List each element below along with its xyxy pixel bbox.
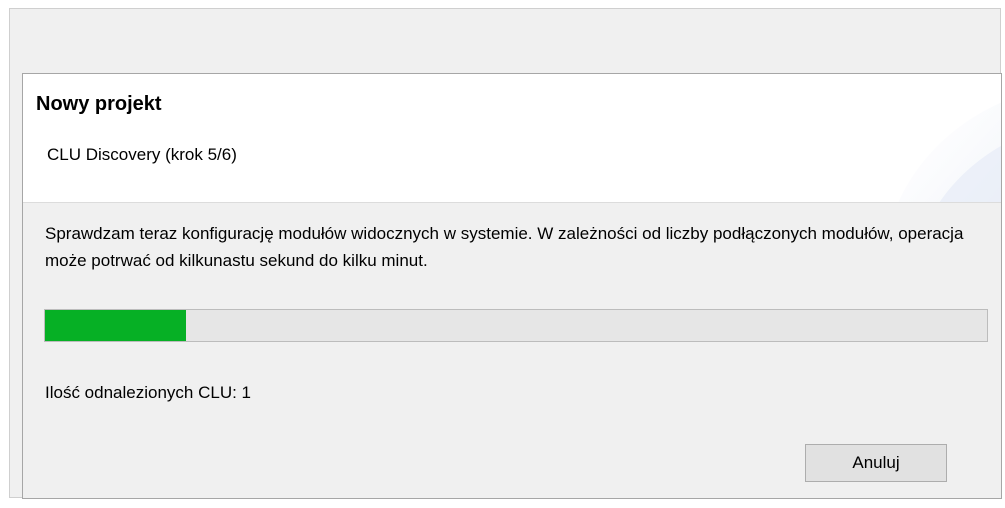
discovery-progress-bar: [44, 309, 988, 342]
header-decoration-icon: [898, 102, 1001, 202]
dialog-header: Nowy projekt CLU Discovery (krok 5/6): [23, 74, 1001, 203]
dialog-description: Sprawdzam teraz konfigurację modułów wid…: [45, 224, 964, 270]
progress-fill: [45, 310, 187, 341]
new-project-dialog: Nowy projekt CLU Discovery (krok 5/6) Sp…: [22, 73, 1002, 499]
cancel-button[interactable]: Anuluj: [805, 444, 947, 482]
dialog-title: Nowy projekt: [36, 93, 162, 115]
found-clu-count: Ilość odnalezionych CLU: 1: [45, 383, 252, 402]
dialog-subtitle: CLU Discovery (krok 5/6): [47, 145, 237, 164]
